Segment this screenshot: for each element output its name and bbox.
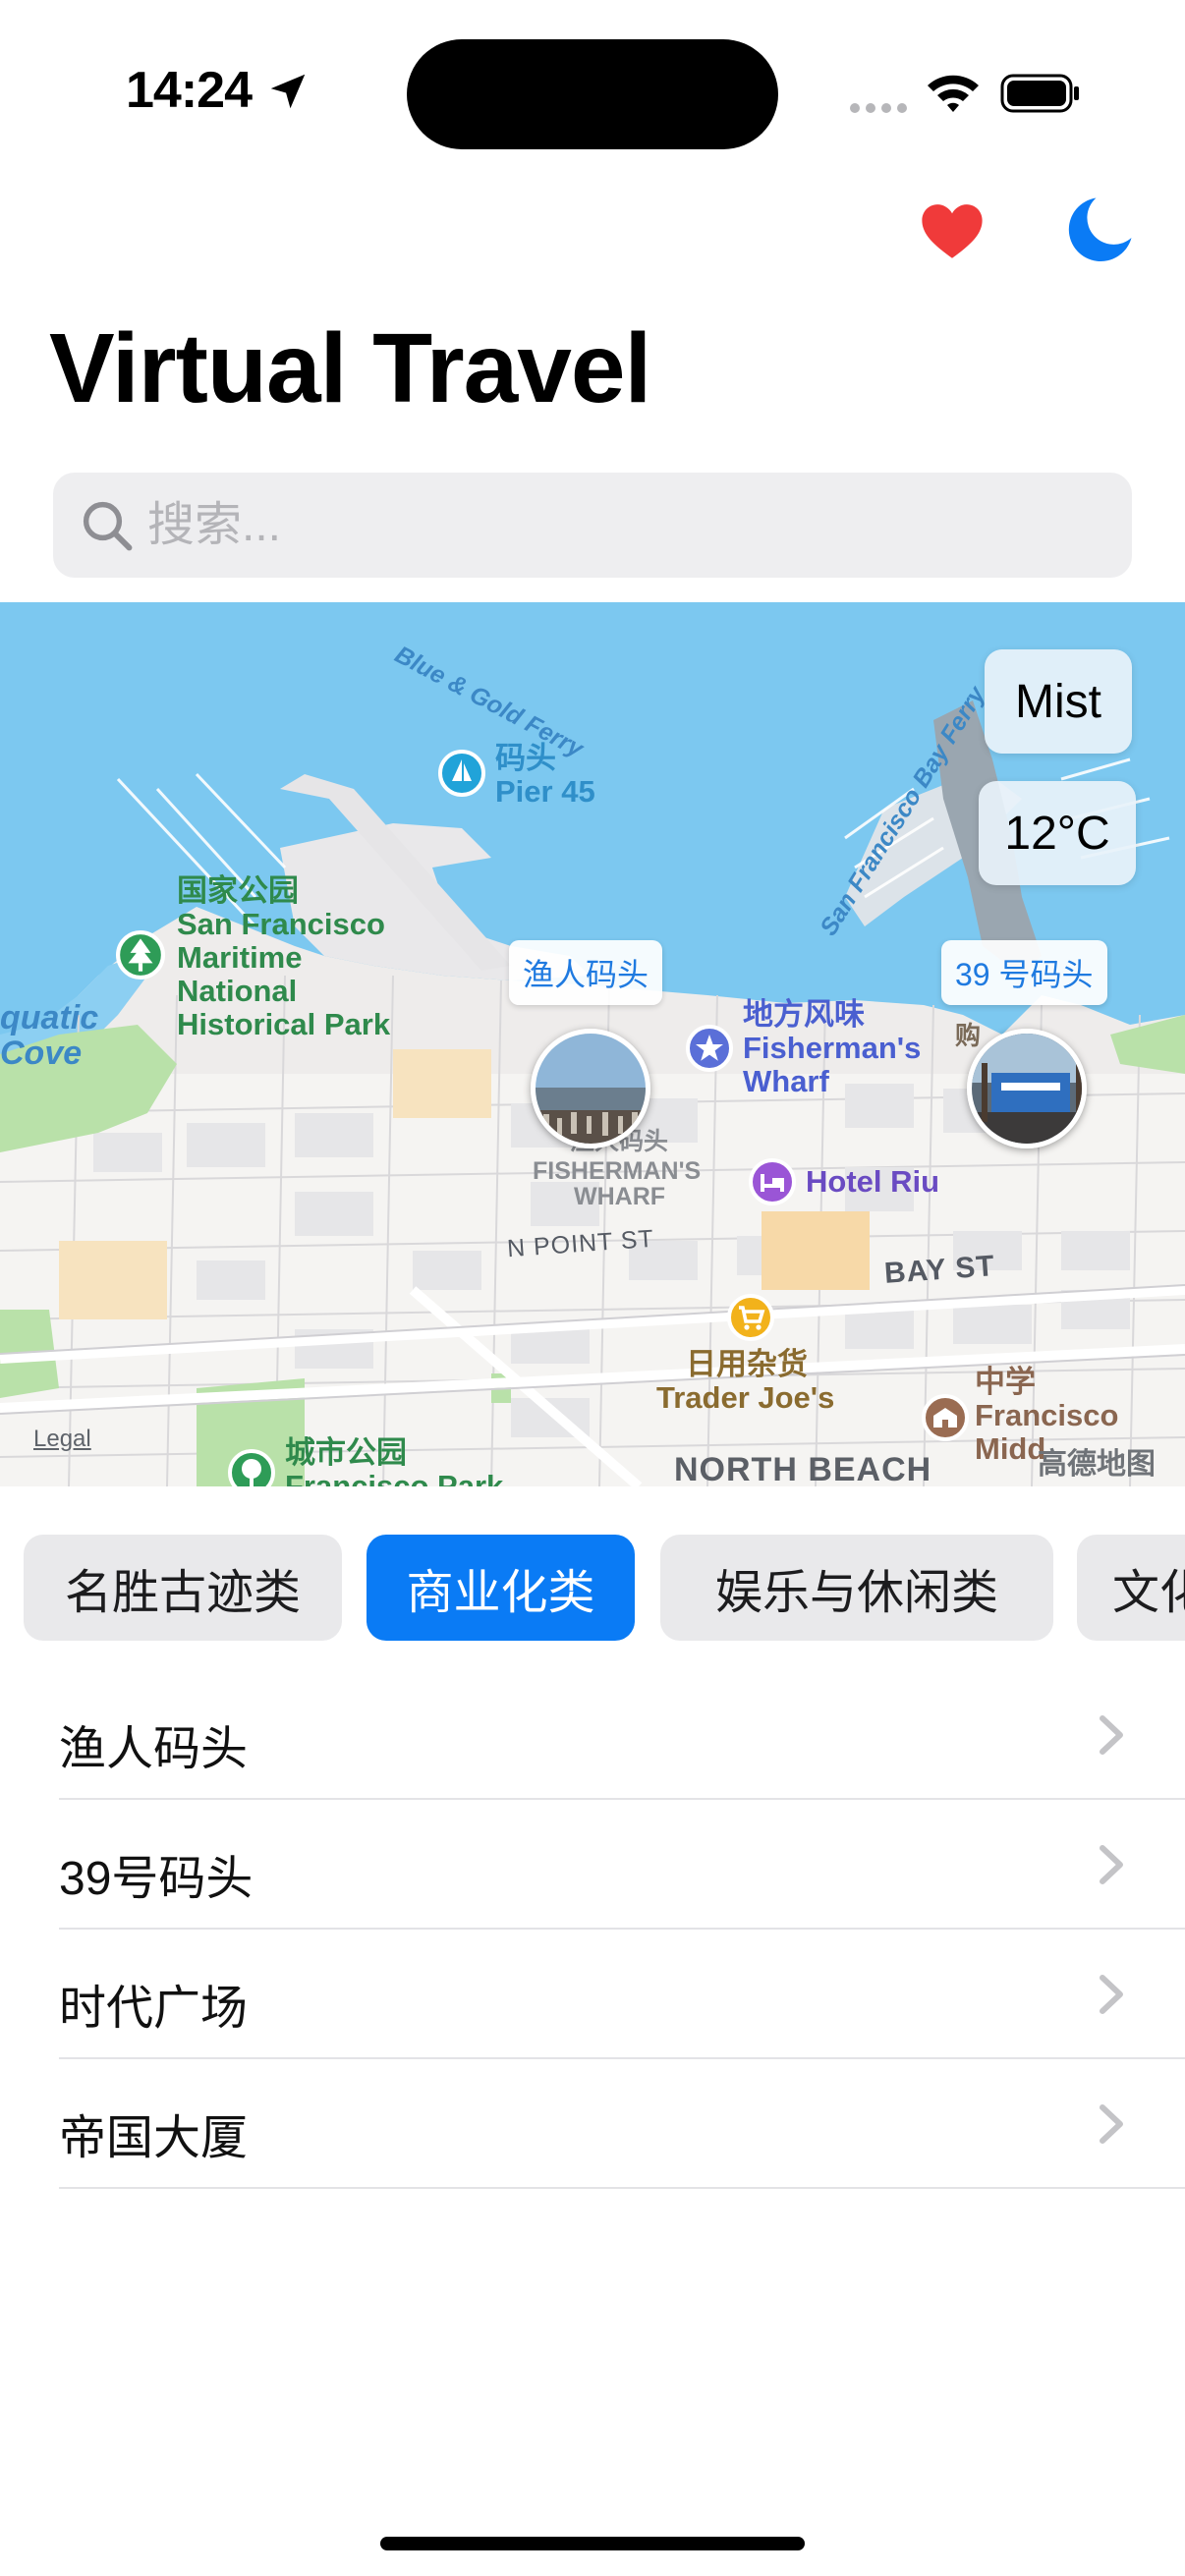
- star-attraction-icon: [686, 1025, 733, 1072]
- cove-label: Cove: [0, 1035, 83, 1072]
- fw-label-cn: 地方风味: [743, 997, 865, 1032]
- park-label-en-2: Maritime: [177, 940, 303, 975]
- pier45-label-cn: 码头: [495, 741, 556, 775]
- park-label-en-4: Historical Park: [177, 1007, 391, 1041]
- pin-label-fishermans-wharf[interactable]: 渔人码头: [509, 940, 663, 1005]
- city-park-label-en: Francisco Park: [285, 1469, 504, 1486]
- status-bar: 14:24: [0, 0, 1185, 187]
- list-item-label: 渔人码头: [59, 1723, 249, 1775]
- search-bar[interactable]: [53, 473, 1132, 578]
- cellular-dots-icon: [850, 103, 907, 113]
- park-label-en-3: National: [177, 974, 298, 1008]
- fw-label-en-1: Fisherman's: [743, 1031, 922, 1065]
- weather-condition-chip: Mist: [985, 649, 1132, 754]
- chevron-right-icon: [1100, 1975, 1123, 2014]
- pin-label-pier-39[interactable]: 39 号码头: [941, 940, 1107, 1005]
- home-indicator[interactable]: [380, 2537, 805, 2550]
- pin-photo-pier-39[interactable]: [967, 1029, 1087, 1148]
- shopping-label-cn: 购: [955, 1021, 982, 1050]
- school-label-cn: 中学: [975, 1365, 1036, 1399]
- list-item[interactable]: 39号码头: [59, 1800, 1185, 1930]
- park-label-cn: 国家公园: [177, 873, 299, 908]
- list-item[interactable]: 帝国大厦: [59, 2059, 1185, 2189]
- tj-label-en: Trader Joe's: [656, 1380, 835, 1415]
- park-tree-icon: [116, 930, 165, 980]
- tj-label-cn: 日用杂货: [686, 1347, 808, 1381]
- sailboat-icon: [438, 750, 485, 797]
- city-park-label-cn: 城市公园: [285, 1435, 407, 1470]
- category-chip-culture[interactable]: 文化: [1077, 1535, 1185, 1641]
- category-chip-historic[interactable]: 名胜古迹类: [24, 1535, 342, 1641]
- map-provider-logo: 高德地图: [1038, 1448, 1156, 1481]
- north-beach-label: NORTH BEACH: [674, 1451, 932, 1486]
- list-item-label: 帝国大厦: [59, 2112, 249, 2164]
- location-arrow-icon: [270, 74, 306, 109]
- chevron-right-icon: [1100, 1845, 1123, 1884]
- chevron-right-icon: [1100, 1715, 1123, 1755]
- page-title: Virtual Travel: [49, 313, 651, 423]
- school-label-en-2: Midd: [975, 1431, 1046, 1466]
- pin-photo-fishermans-wharf[interactable]: [531, 1029, 650, 1148]
- hotel-label: Hotel Riu: [806, 1164, 940, 1199]
- fw-district-label-1: FISHERMAN'S: [533, 1157, 702, 1185]
- fw-label-en-2: Wharf: [743, 1064, 829, 1098]
- park-label-en-1: San Francisco: [177, 907, 385, 941]
- status-time: 14:24: [126, 62, 253, 119]
- weather-temperature-chip: 12°C: [979, 781, 1136, 885]
- fw-district-label-2: WHARF: [574, 1183, 666, 1210]
- category-scroll[interactable]: 名胜古迹类 商业化类 娱乐与休闲类 文化: [24, 1535, 1185, 1643]
- dynamic-island: [407, 39, 778, 149]
- school-icon: [922, 1394, 969, 1441]
- aquatic-label: quatic: [0, 999, 99, 1036]
- school-label-en-1: Francisco: [975, 1398, 1119, 1432]
- pier45-label-en: Pier 45: [495, 774, 595, 809]
- cart-icon: [727, 1294, 774, 1341]
- search-input[interactable]: [147, 473, 1110, 578]
- search-icon: [83, 501, 133, 551]
- moon-icon[interactable]: [1065, 193, 1136, 265]
- map-legal-link[interactable]: Legal: [33, 1426, 91, 1453]
- category-chip-entertainment[interactable]: 娱乐与休闲类: [660, 1535, 1053, 1641]
- category-chip-commercial[interactable]: 商业化类: [367, 1535, 635, 1641]
- list-item-label: 时代广场: [59, 1983, 249, 2035]
- map-view[interactable]: Blue & Gold Ferry San Francisco Bay Ferr…: [0, 602, 1185, 1486]
- wifi-icon: [928, 75, 979, 112]
- list-item-label: 39号码头: [59, 1853, 254, 1905]
- list-item[interactable]: 时代广场: [59, 1930, 1185, 2059]
- heart-icon[interactable]: [918, 196, 987, 265]
- hotel-bed-icon: [749, 1158, 796, 1205]
- places-list: 渔人码头 39号码头 时代广场 帝国大厦: [0, 1670, 1185, 2189]
- chevron-right-icon: [1100, 2104, 1123, 2144]
- list-item[interactable]: 渔人码头: [59, 1670, 1185, 1800]
- battery-icon: [1000, 74, 1079, 113]
- city-park-tree-icon: [228, 1449, 275, 1486]
